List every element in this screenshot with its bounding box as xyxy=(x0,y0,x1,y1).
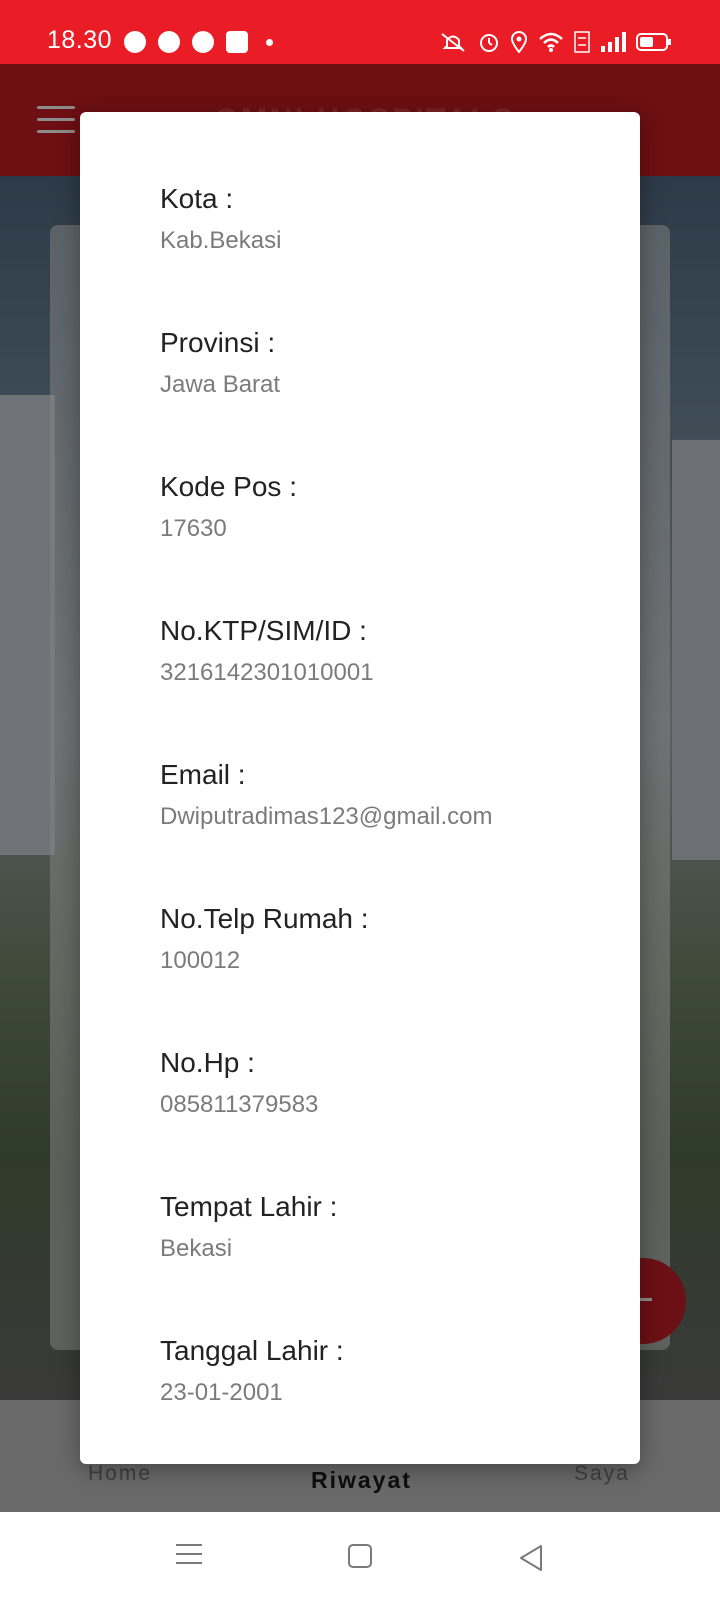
field-label: Tanggal Lahir : xyxy=(160,1335,344,1366)
field-label: Email : xyxy=(160,759,246,790)
field-label: Provinsi : xyxy=(160,327,276,358)
battery-icon xyxy=(636,33,671,51)
more-notifications-icon xyxy=(266,38,273,46)
profile-detail-dialog: Kota : Kab.Bekasi Provinsi : Jawa Barat … xyxy=(80,112,640,1464)
mute-icon xyxy=(441,33,465,52)
chat-bubble-icon xyxy=(192,31,214,53)
field-label: Kode Pos : xyxy=(160,471,297,502)
home-icon[interactable] xyxy=(348,1544,372,1568)
recent-apps-icon[interactable] xyxy=(176,1544,202,1571)
status-time: 18.30 xyxy=(47,26,113,54)
notification-icons xyxy=(124,31,273,53)
field-no-telp-rumah: No.Telp Rumah : 100012 xyxy=(160,902,369,977)
background-building-right xyxy=(672,440,720,860)
alarm-icon xyxy=(480,34,498,52)
field-label: No.KTP/SIM/ID : xyxy=(160,615,367,646)
wifi-icon xyxy=(539,32,563,52)
field-value: 085811379583 xyxy=(160,1091,319,1118)
location-icon xyxy=(510,31,528,53)
system-navigation-bar xyxy=(0,1512,720,1600)
field-kota: Kota : Kab.Bekasi xyxy=(160,182,281,257)
nav-item-home[interactable]: Home xyxy=(88,1462,152,1486)
field-email: Email : Dwiputradimas123@gmail.com xyxy=(160,758,492,833)
signal-icon xyxy=(601,32,626,52)
field-value: 3216142301010001 xyxy=(160,659,374,686)
field-label: Tempat Lahir : xyxy=(160,1191,338,1222)
field-no-ktp: No.KTP/SIM/ID : 3216142301010001 xyxy=(160,614,374,689)
field-value: Dwiputradimas123@gmail.com xyxy=(160,803,493,830)
field-value: 100012 xyxy=(160,947,241,974)
status-bar: 18.30 xyxy=(0,0,720,64)
volte-icon xyxy=(574,31,590,53)
field-label: No.Telp Rumah : xyxy=(160,903,369,934)
field-kode-pos: Kode Pos : 17630 xyxy=(160,470,297,545)
plus-icon xyxy=(638,1298,652,1301)
line-icon xyxy=(124,31,146,53)
field-no-hp: No.Hp : 085811379583 xyxy=(160,1046,318,1121)
field-label: No.Hp : xyxy=(160,1047,255,1078)
hamburger-menu-icon[interactable] xyxy=(37,106,75,134)
discord-icon xyxy=(158,31,180,53)
field-tempat-lahir: Tempat Lahir : Bekasi xyxy=(160,1190,337,1265)
nav-item-riwayat[interactable]: Riwayat xyxy=(311,1467,412,1494)
back-icon[interactable] xyxy=(518,1544,544,1572)
field-tanggal-lahir: Tanggal Lahir : 23-01-2001 xyxy=(160,1334,344,1409)
field-value: Kab.Bekasi xyxy=(160,227,282,254)
background-building-left xyxy=(0,395,55,855)
field-value: Bekasi xyxy=(160,1235,233,1262)
field-value: Jawa Barat xyxy=(160,371,281,398)
field-provinsi: Provinsi : Jawa Barat xyxy=(160,326,280,401)
field-value: 23-01-2001 xyxy=(160,1379,283,1406)
field-label: Kota : xyxy=(160,183,234,214)
system-icons xyxy=(438,31,672,53)
facebook-icon xyxy=(226,31,248,53)
nav-item-saya[interactable]: Saya xyxy=(574,1462,630,1486)
field-value: 17630 xyxy=(160,515,227,542)
